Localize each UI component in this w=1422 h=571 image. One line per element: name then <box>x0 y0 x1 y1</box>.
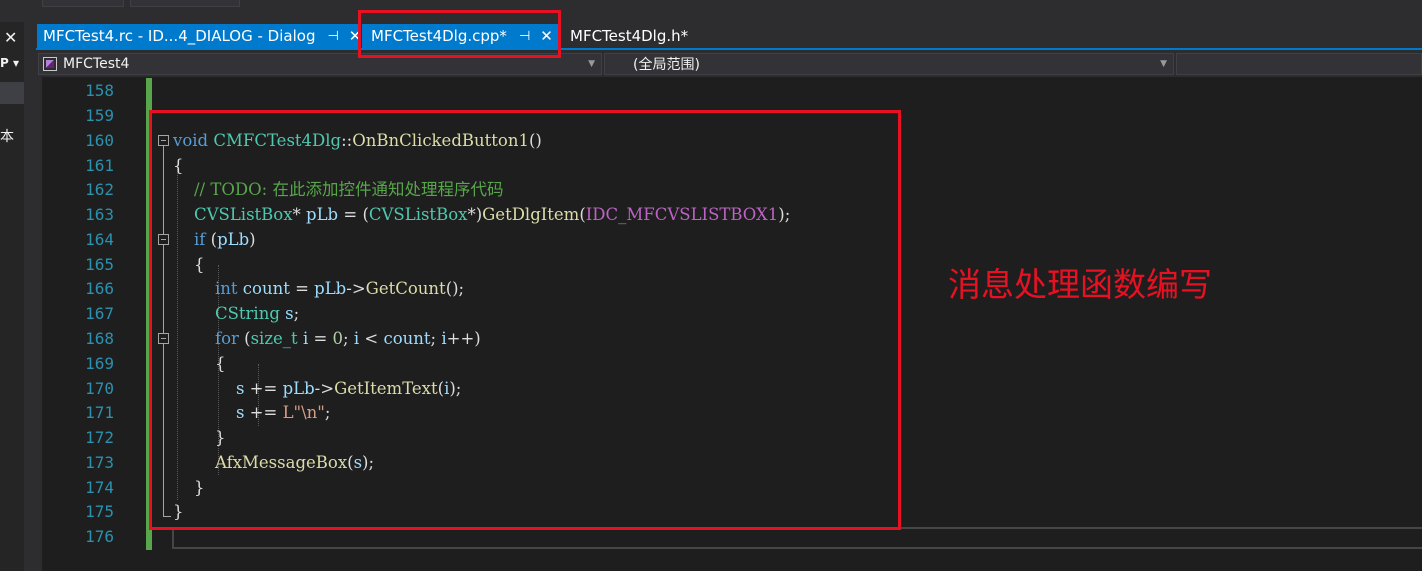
line-number: 171 <box>85 403 114 422</box>
line-number: 165 <box>85 255 114 274</box>
line-number: 166 <box>85 279 114 298</box>
line-number: 160 <box>85 131 114 150</box>
line-number: 170 <box>85 379 114 398</box>
tab-label: MFCTest4.rc - ID...4_DIALOG - Dialog <box>43 27 316 45</box>
line-number: 167 <box>85 304 114 323</box>
panel-divider[interactable] <box>24 22 36 571</box>
pin-icon[interactable]: ⊣ <box>327 29 338 44</box>
line-number: 172 <box>85 428 114 447</box>
line-number: 169 <box>85 354 114 373</box>
panel-close-icon[interactable]: ✕ <box>4 28 17 48</box>
tab-rc-dialog[interactable]: MFCTest4.rc - ID...4_DIALOG - Dialog ⊣ ✕ <box>37 24 361 48</box>
line-number: 168 <box>85 329 114 348</box>
line-number: 161 <box>85 156 114 175</box>
annotation-label: 消息处理函数编写 <box>948 265 1212 304</box>
line-number: 159 <box>85 106 114 125</box>
line-number: 162 <box>85 180 114 199</box>
solution-explorer-panel <box>0 22 24 571</box>
toolbar-button[interactable] <box>42 0 124 7</box>
project-label: MFCTest4 <box>63 56 130 72</box>
tab-highlight-box <box>358 10 561 58</box>
editor-margin <box>36 77 42 571</box>
line-number: 164 <box>85 230 114 249</box>
line-number: 174 <box>85 478 114 497</box>
chevron-down-icon: ▼ <box>588 59 595 69</box>
panel-item-label: 本 <box>0 129 14 145</box>
project-icon <box>43 57 57 71</box>
panel-selected-item[interactable] <box>0 82 24 104</box>
tab-label: MFCTest4Dlg.h* <box>570 27 689 45</box>
line-number: 163 <box>85 205 114 224</box>
line-number: 175 <box>85 502 114 521</box>
current-line-highlight <box>172 527 1422 549</box>
toolbar-button[interactable] <box>130 0 240 7</box>
scope-label: (全局范围) <box>633 57 700 73</box>
tab-dlg-h[interactable]: MFCTest4Dlg.h* <box>564 24 704 48</box>
line-number: 173 <box>85 453 114 472</box>
line-number: 176 <box>85 527 114 546</box>
code-highlight-box <box>149 110 901 530</box>
scope-dropdown[interactable]: (全局范围) ▼ <box>604 53 1174 75</box>
chevron-down-icon: ▼ <box>1160 59 1167 69</box>
panel-pin-icon[interactable]: P ▾ <box>0 56 19 70</box>
line-number: 158 <box>85 81 114 100</box>
member-dropdown[interactable] <box>1176 53 1422 75</box>
